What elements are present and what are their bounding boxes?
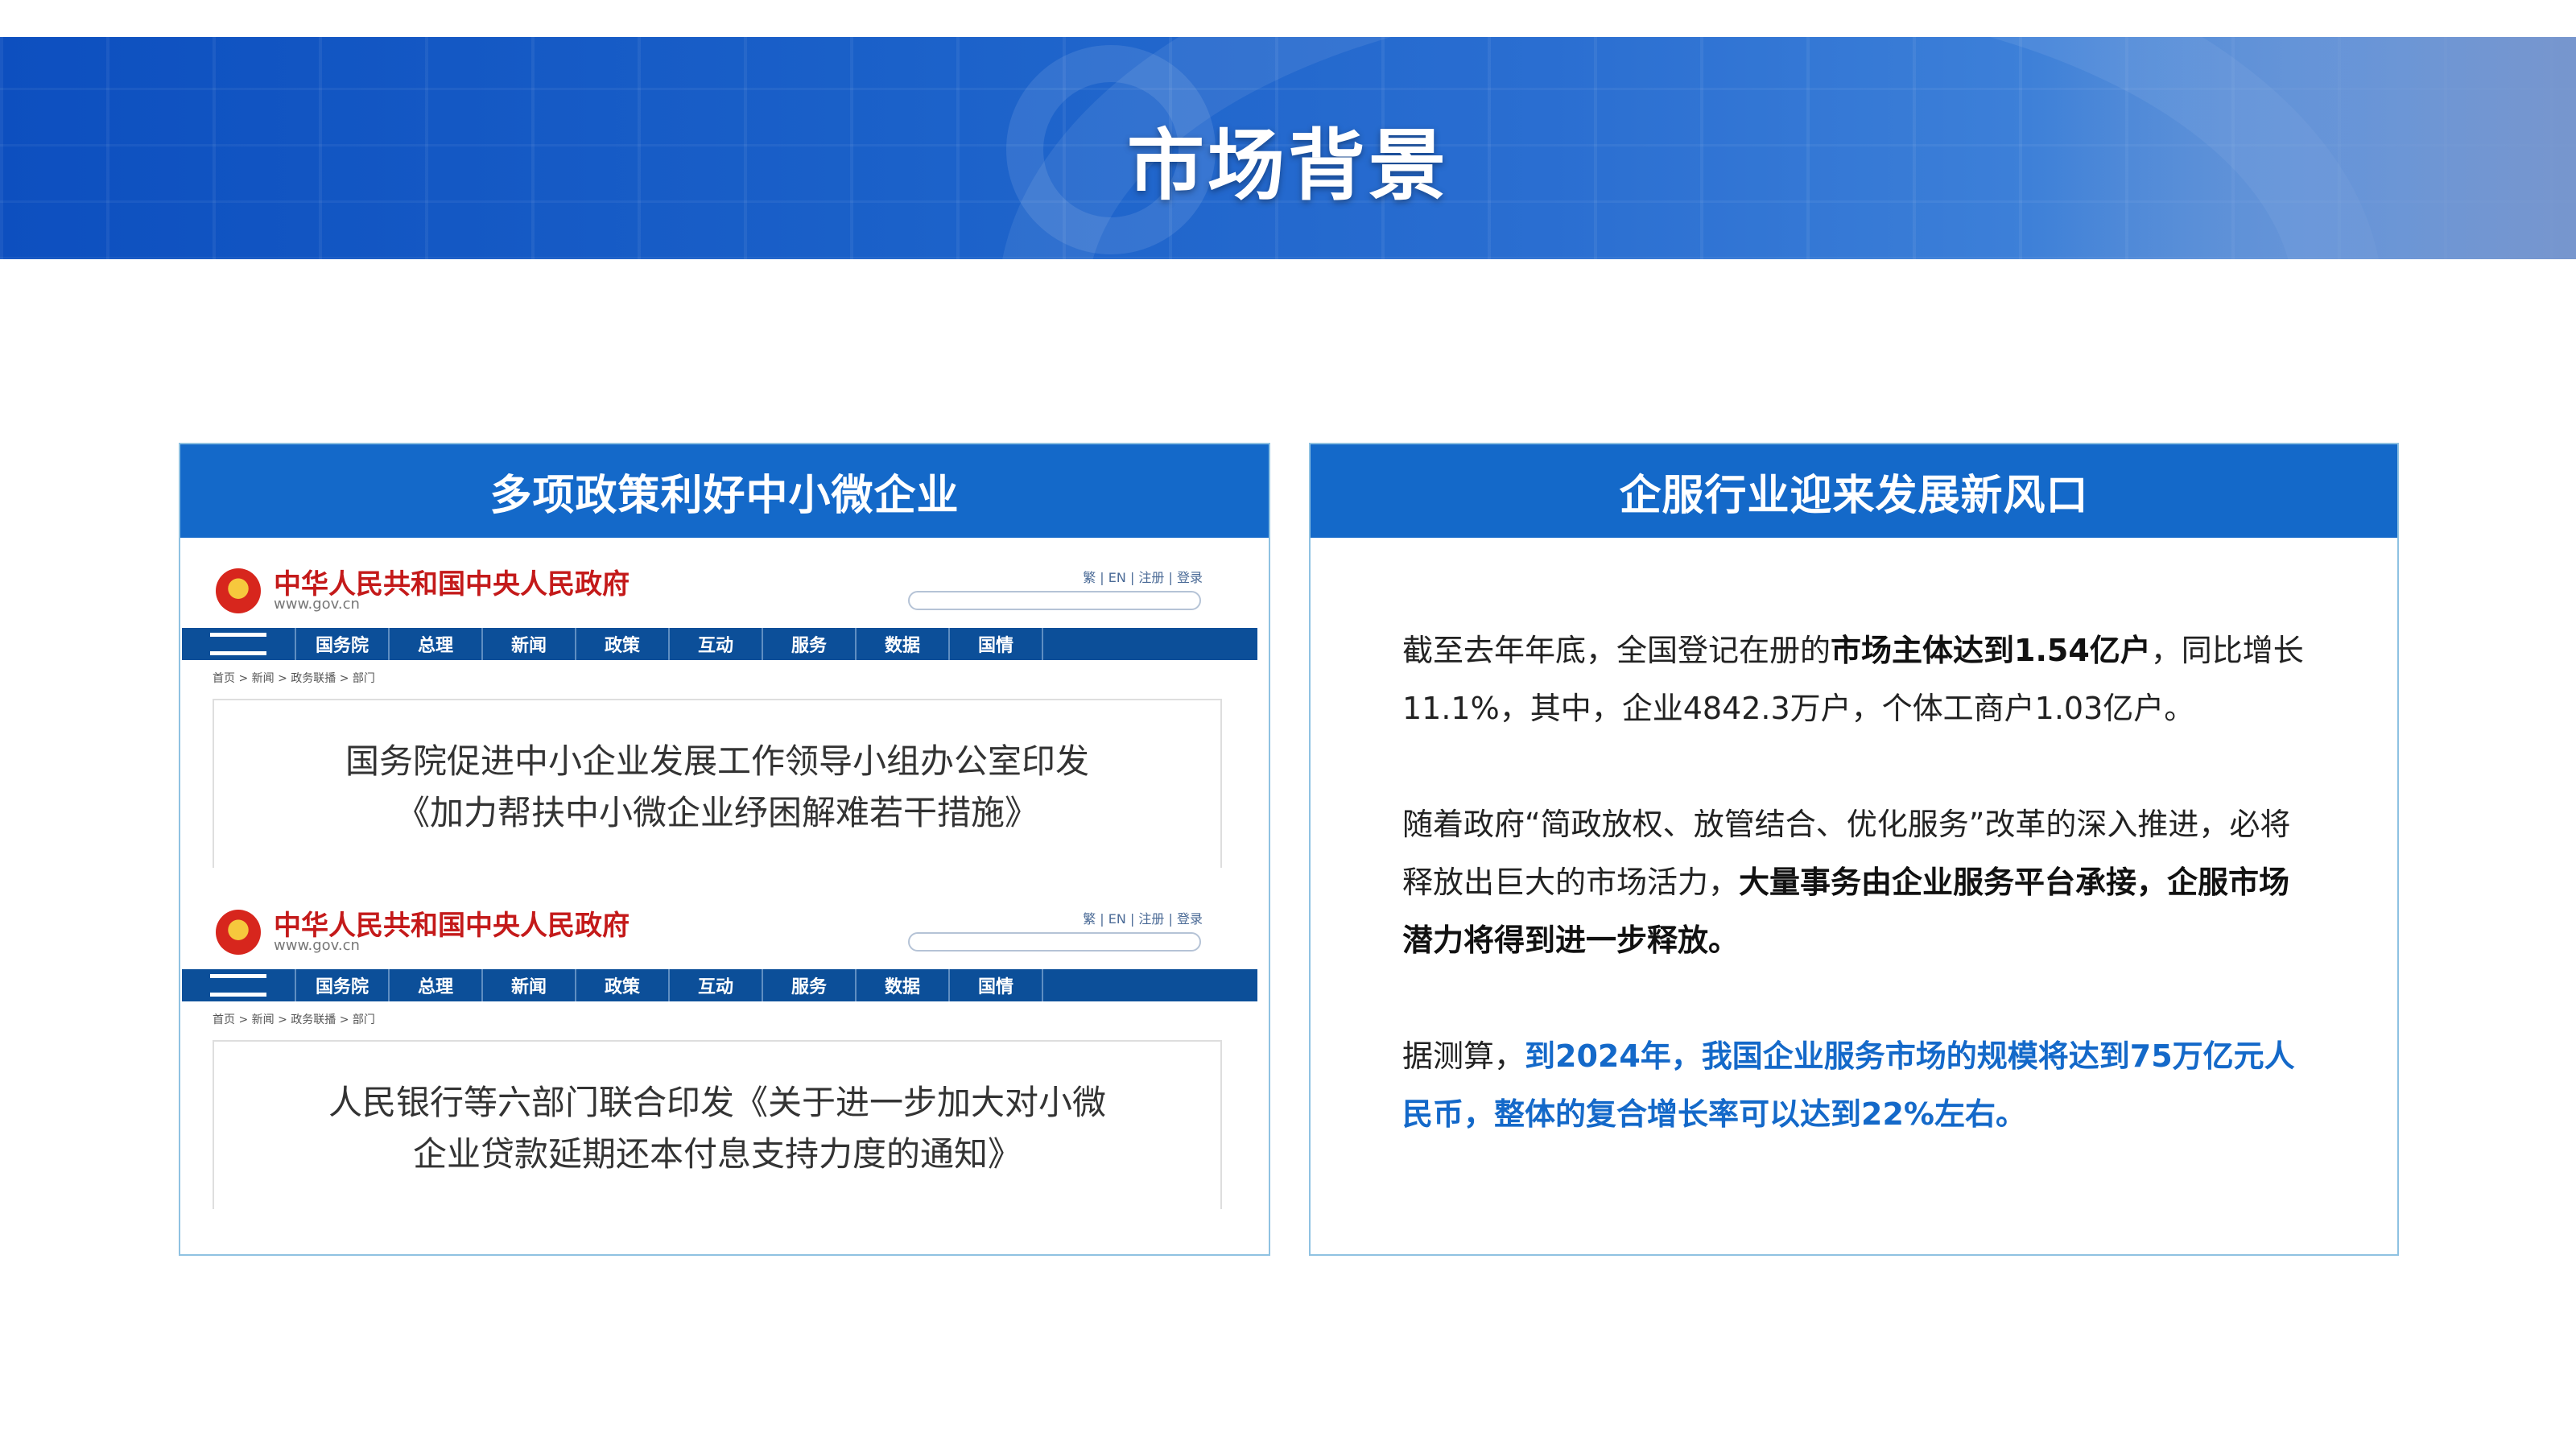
gov-site-url: www.gov.cn xyxy=(274,937,360,954)
policy-panel: 多项政策利好中小微企业 中华人民共和国中央人民政府 www.gov.cn 繁 |… xyxy=(179,443,1270,1256)
gov-breadcrumb: 首页 > 新闻 > 政务联播 > 部门 xyxy=(213,672,375,685)
gov-nav-item: 数据 xyxy=(857,628,950,660)
gov-nav-item: 国情 xyxy=(950,969,1043,1001)
p3-highlight: 到2024年，我国企业服务市场的规模将达到75万亿元人民币，整体的复合增长率可以… xyxy=(1402,1038,2295,1132)
notice-title-line1: 人民银行等六部门联合印发《关于进一步加大对小微 xyxy=(328,1083,1106,1122)
gov-screenshot-1: 中华人民共和国中央人民政府 www.gov.cn 繁 | EN | 注册 | 登… xyxy=(180,538,1259,868)
gov-toolbar-links: 繁 | EN | 注册 | 登录 xyxy=(1083,570,1203,585)
gov-nav-item: 服务 xyxy=(763,969,857,1001)
page-title: 市场背景 xyxy=(1127,121,1449,211)
gov-search-box xyxy=(908,932,1201,952)
p3-text-a: 据测算， xyxy=(1402,1038,1525,1074)
p1-highlight: 市场主体达到1.54亿户 xyxy=(1831,633,2151,668)
gov-nav-item: 国情 xyxy=(950,628,1043,660)
paragraph-forecast: 据测算，到2024年，我国企业服务市场的规模将达到75万亿元人民币，整体的复合增… xyxy=(1402,1027,2312,1143)
gov-search-box xyxy=(908,591,1201,610)
industry-panel-heading: 企服行业迎来发展新风口 xyxy=(1311,444,2397,538)
industry-panel: 企服行业迎来发展新风口 截至去年年底，全国登记在册的市场主体达到1.54亿户，同… xyxy=(1309,443,2399,1256)
gov-nav-item: 政策 xyxy=(576,969,670,1001)
gov-nav-item: 互动 xyxy=(670,628,763,660)
gov-breadcrumb: 首页 > 新闻 > 政务联播 > 部门 xyxy=(213,1013,375,1026)
paragraph-reform: 随着政府“简政放权、放管结合、优化服务”改革的深入推进，必将释放出巨大的市场活力… xyxy=(1402,795,2312,969)
gov-nav-bar: 国务院 总理 新闻 政策 互动 服务 数据 国情 xyxy=(182,628,1257,660)
paragraph-market-entities: 截至去年年底，全国登记在册的市场主体达到1.54亿户，同比增长11.1%，其中，… xyxy=(1402,621,2312,737)
industry-panel-body: 截至去年年底，全国登记在册的市场主体达到1.54亿户，同比增长11.1%，其中，… xyxy=(1402,621,2312,1201)
gov-home-icon xyxy=(182,969,296,1001)
gov-notice-card: 人民银行等六部门联合印发《关于进一步加大对小微 企业贷款延期还本付息支持力度的通… xyxy=(213,1040,1222,1209)
gov-site-url: www.gov.cn xyxy=(274,596,360,613)
gov-nav-item: 国务院 xyxy=(296,969,390,1001)
gov-nav-item: 互动 xyxy=(670,969,763,1001)
title-banner: 市场背景 xyxy=(0,37,2576,259)
p1-text-a: 截至去年年底，全国登记在册的 xyxy=(1402,633,1831,668)
gov-nav-bar: 国务院 总理 新闻 政策 互动 服务 数据 国情 xyxy=(182,969,1257,1001)
gov-nav-item: 总理 xyxy=(390,969,483,1001)
gov-nav-item: 服务 xyxy=(763,628,857,660)
gov-nav-item: 总理 xyxy=(390,628,483,660)
gov-home-icon xyxy=(182,628,296,660)
gov-nav-item: 国务院 xyxy=(296,628,390,660)
gov-nav-item: 新闻 xyxy=(483,969,576,1001)
policy-panel-heading: 多项政策利好中小微企业 xyxy=(180,444,1269,538)
gov-screenshot-2: 中华人民共和国中央人民政府 www.gov.cn 繁 | EN | 注册 | 登… xyxy=(180,879,1259,1209)
gov-nav-item: 政策 xyxy=(576,628,670,660)
notice-title-line2: 《加力帮扶中小微企业纾困解难若干措施》 xyxy=(395,793,1038,832)
gov-nav-item: 新闻 xyxy=(483,628,576,660)
notice-title-line2: 企业贷款延期还本付息支持力度的通知》 xyxy=(412,1134,1022,1174)
gov-toolbar-links: 繁 | EN | 注册 | 登录 xyxy=(1083,911,1203,927)
gov-notice-card: 国务院促进中小企业发展工作领导小组办公室印发 《加力帮扶中小微企业纾困解难若干措… xyxy=(213,699,1222,868)
notice-title-line1: 国务院促进中小企业发展工作领导小组办公室印发 xyxy=(345,741,1089,781)
national-emblem-icon xyxy=(216,910,261,955)
gov-nav-item: 数据 xyxy=(857,969,950,1001)
national-emblem-icon xyxy=(216,568,261,613)
